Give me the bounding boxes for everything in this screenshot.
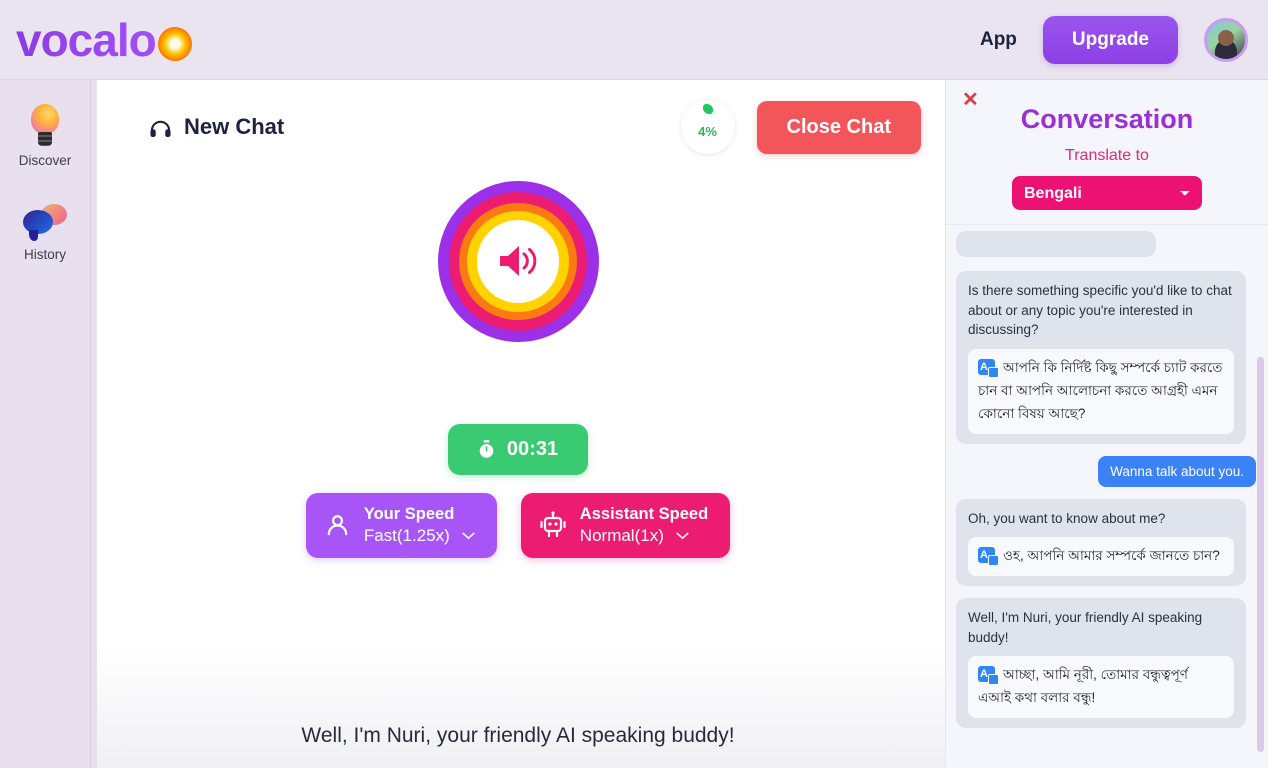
- upgrade-button[interactable]: Upgrade: [1043, 16, 1178, 64]
- user-speed-text: Your Speed Fast(1.25x): [364, 504, 475, 547]
- assistant-speed-selector[interactable]: Assistant Speed Normal(1x): [521, 493, 730, 558]
- conversation-messages[interactable]: Is there something specific you'd like t…: [946, 225, 1268, 768]
- assistant-bubble: Oh, you want to know about me? ওহ, আপনি …: [956, 499, 1246, 587]
- close-chat-button[interactable]: Close Chat: [757, 101, 921, 154]
- audio-orb[interactable]: [438, 181, 599, 342]
- live-caption: Well, I'm Nuri, your friendly AI speakin…: [91, 724, 945, 748]
- person-icon: [324, 512, 351, 539]
- message-text: Oh, you want to know about me?: [968, 509, 1234, 529]
- top-bar: vocalo App Upgrade: [0, 0, 1268, 80]
- translate-icon: [978, 547, 995, 563]
- main-panel: New Chat 4% Close Chat: [91, 80, 945, 768]
- app-root: vocalo App Upgrade Discover History: [0, 0, 1268, 768]
- message-row: Wanna talk about you.: [956, 456, 1256, 487]
- user-speed-selector[interactable]: Your Speed Fast(1.25x): [306, 493, 497, 558]
- top-bar-actions: App Upgrade: [980, 16, 1248, 64]
- speaker-icon: [494, 241, 542, 281]
- message-text: Is there something specific you'd like t…: [968, 281, 1234, 340]
- translation-text: আপনি কি নির্দিষ্ট কিছু সম্পর্কে চ্যাট কর…: [978, 360, 1222, 421]
- user-speed-label: Your Speed: [364, 504, 475, 525]
- chat-bubbles-icon: [23, 204, 67, 240]
- main-header: New Chat 4% Close Chat: [91, 80, 945, 154]
- conversation-scrollbar[interactable]: [1257, 357, 1264, 752]
- session-timer: 00:31: [448, 424, 588, 475]
- audio-orb-wrapper: [91, 181, 945, 342]
- translation-text: আচ্ছা, আমি নূরী, তোমার বন্ধুত্বপূর্ণ এআই…: [978, 667, 1188, 705]
- main-scrollbar[interactable]: [91, 80, 97, 768]
- robot-icon: [539, 511, 567, 539]
- sidebar-item-label: Discover: [19, 153, 72, 168]
- assistant-speed-text: Assistant Speed Normal(1x): [580, 504, 708, 547]
- progress-indicator: 4%: [681, 100, 735, 154]
- chevron-down-icon[interactable]: [462, 532, 475, 540]
- sidebar-item-discover[interactable]: Discover: [0, 104, 90, 168]
- timer-value: 00:31: [507, 438, 558, 461]
- translate-icon: [978, 666, 995, 682]
- speed-controls: Your Speed Fast(1.25x): [91, 493, 945, 558]
- translation-box: আপনি কি নির্দিষ্ট কিছু সম্পর্কে চ্যাট কর…: [968, 349, 1234, 434]
- chevron-down-icon[interactable]: [676, 532, 689, 540]
- user-bubble: Wanna talk about you.: [1098, 456, 1256, 487]
- sidebar-item-history[interactable]: History: [0, 204, 90, 262]
- gradient-dot-icon: [158, 27, 192, 61]
- translation-box: ওহ, আপনি আমার সম্পর্কে জানতে চান?: [968, 537, 1234, 576]
- stopwatch-icon: [478, 440, 495, 459]
- sidebar: Discover History: [0, 80, 91, 768]
- translate-to-label: Translate to: [960, 147, 1254, 165]
- timer-row: 00:31: [91, 424, 945, 475]
- message-row: Oh, you want to know about me? ওহ, আপনি …: [956, 499, 1256, 587]
- headphone-icon: [149, 117, 172, 138]
- avatar[interactable]: [1204, 18, 1248, 62]
- assistant-speed-value: Normal(1x): [580, 525, 664, 547]
- page-title: New Chat: [184, 114, 284, 140]
- chat-title-group: New Chat: [149, 114, 284, 140]
- progress-arc: [703, 104, 713, 114]
- progress-value: 4%: [698, 124, 717, 139]
- translation-box: আচ্ছা, আমি নূরী, তোমার বন্ধুত্বপূর্ণ এআই…: [968, 656, 1234, 718]
- conversation-header: ✕ Conversation Translate to Bengali: [946, 80, 1268, 225]
- brand-name: vocalo: [16, 17, 156, 63]
- assistant-speed-label: Assistant Speed: [580, 504, 708, 525]
- language-select[interactable]: Bengali: [1012, 176, 1202, 210]
- message-row: Is there something specific you'd like t…: [956, 271, 1256, 444]
- lightbulb-icon: [28, 104, 62, 146]
- conversation-title: Conversation: [960, 104, 1254, 135]
- assistant-bubble: Is there something specific you'd like t…: [956, 271, 1246, 444]
- conversation-panel: ✕ Conversation Translate to Bengali Is t…: [945, 80, 1268, 768]
- user-speed-value: Fast(1.25x): [364, 525, 450, 547]
- app-link[interactable]: App: [980, 29, 1017, 51]
- message-partial: [956, 231, 1156, 257]
- assistant-bubble: Well, I'm Nuri, your friendly AI speakin…: [956, 598, 1246, 728]
- close-icon[interactable]: ✕: [962, 90, 979, 110]
- translation-text: ওহ, আপনি আমার সম্পর্কে জানতে চান?: [1003, 548, 1220, 563]
- sidebar-item-label: History: [24, 247, 66, 262]
- brand-logo[interactable]: vocalo: [16, 17, 192, 63]
- header-actions: 4% Close Chat: [681, 100, 921, 154]
- translate-icon: [978, 359, 995, 375]
- message-row: Well, I'm Nuri, your friendly AI speakin…: [956, 598, 1256, 728]
- message-text: Well, I'm Nuri, your friendly AI speakin…: [968, 608, 1234, 647]
